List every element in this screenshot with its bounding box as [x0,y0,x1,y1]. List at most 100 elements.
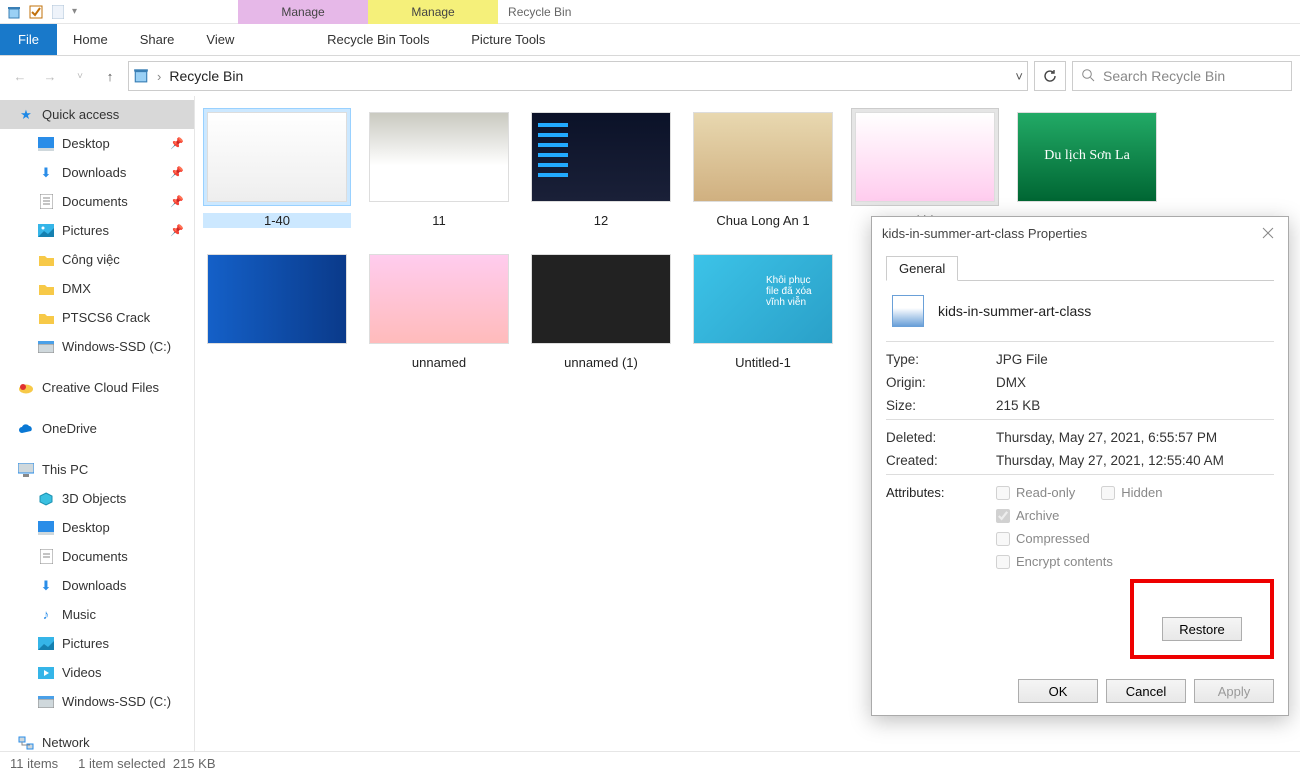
manage-tab-header-1[interactable]: Manage [238,0,368,24]
file-item[interactable]: Chua Long An 1 [689,108,837,236]
label-deleted: Deleted: [886,430,996,445]
sidebar-item-network[interactable]: Network [0,728,194,751]
pictures-icon [38,223,54,239]
drive-icon [38,694,54,710]
cube-icon [38,491,54,507]
archive-checkbox[interactable]: Archive [996,508,1274,523]
recycle-bin-icon [6,4,22,20]
file-type-icon [892,295,924,327]
file-item[interactable]: 12 [527,108,675,236]
nav-pane[interactable]: ★ Quick access Desktop📌 ⬇Downloads📌 Docu… [0,96,195,751]
chevron-right-icon[interactable]: › [157,69,161,84]
pin-icon: 📌 [170,137,184,150]
file-tab[interactable]: File [0,24,57,55]
sidebar-item-folder[interactable]: Công việc [0,245,194,274]
creative-cloud-icon [18,380,34,396]
sidebar-item-documents[interactable]: Documents [0,542,194,571]
properties-checkmark-icon[interactable] [28,4,44,20]
folder-icon [38,310,54,326]
close-button[interactable] [1254,221,1282,245]
file-item[interactable]: unnamed [365,250,513,370]
sidebar-item-thispc[interactable]: This PC [0,455,194,484]
general-tab[interactable]: General [886,256,958,281]
address-bar[interactable]: › Recycle Bin ˅ [128,61,1028,91]
properties-dialog: kids-in-summer-art-class Properties Gene… [871,216,1289,716]
file-item[interactable]: 1-40 [203,108,351,236]
sidebar-item-folder[interactable]: PTSCS6 Crack [0,303,194,332]
file-item[interactable] [203,250,351,370]
forward-button[interactable]: → [38,64,62,88]
status-bar: 11 items 1 item selected 215 KB [0,751,1300,775]
qat-dropdown-icon[interactable]: ▾ [72,6,77,17]
label-size: Size: [886,398,996,413]
readonly-checkbox[interactable]: Read-only [996,485,1075,500]
sidebar-item-downloads[interactable]: ⬇Downloads [0,571,194,600]
status-selection: 1 item selected 215 KB [78,756,215,771]
sidebar-item-pictures[interactable]: Pictures [0,629,194,658]
dialog-tabs: General [886,255,1274,281]
file-item[interactable]: Untitled-1 [689,250,837,370]
drive-icon [38,339,54,355]
ok-button[interactable]: OK [1018,679,1098,703]
document-icon [38,194,54,210]
address-location[interactable]: Recycle Bin [169,68,243,84]
sidebar-item-drive[interactable]: Windows-SSD (C:) [0,332,194,361]
sidebar-item-pictures[interactable]: Pictures📌 [0,216,194,245]
label-origin: Origin: [886,375,996,390]
nav-row: ← → ˅ ↑ › Recycle Bin ˅ [0,56,1300,96]
address-dropdown-icon[interactable]: ˅ [1015,69,1023,84]
view-tab[interactable]: View [190,24,250,55]
search-icon [1081,68,1095,85]
apply-button[interactable]: Apply [1194,679,1274,703]
manage-tab-header-2[interactable]: Manage [368,0,498,24]
encrypt-checkbox[interactable]: Encrypt contents [996,554,1274,569]
quick-access-toolbar: ▾ [0,0,83,23]
sidebar-item-desktop[interactable]: Desktop📌 [0,129,194,158]
picture-tools-tab[interactable]: Picture Tools [443,24,573,55]
download-icon: ⬇ [38,165,54,181]
cancel-button[interactable]: Cancel [1106,679,1186,703]
value-origin: DMX [996,375,1274,390]
folder-icon [38,252,54,268]
blank-doc-icon[interactable] [50,4,66,20]
file-item[interactable]: 11 [365,108,513,236]
sidebar-item-onedrive[interactable]: OneDrive [0,414,194,443]
value-deleted: Thursday, May 27, 2021, 6:55:57 PM [996,430,1274,445]
home-tab[interactable]: Home [57,24,124,55]
sidebar-item-downloads[interactable]: ⬇Downloads📌 [0,158,194,187]
sidebar-item-drive[interactable]: Windows-SSD (C:) [0,687,194,716]
compressed-checkbox[interactable]: Compressed [996,531,1274,546]
search-box[interactable] [1072,61,1292,91]
dialog-title-bar[interactable]: kids-in-summer-art-class Properties [872,217,1288,249]
up-button[interactable]: ↑ [98,64,122,88]
sidebar-item-videos[interactable]: Videos [0,658,194,687]
label-attributes: Attributes: [886,485,996,569]
sidebar-item-music[interactable]: ♪Music [0,600,194,629]
share-tab[interactable]: Share [124,24,191,55]
restore-button[interactable]: Restore [1162,617,1242,641]
back-button[interactable]: ← [8,64,32,88]
ribbon-tabs: File Home Share View Recycle Bin Tools P… [0,24,1300,56]
desktop-icon [38,136,54,152]
network-icon [18,735,34,751]
window-title: Recycle Bin [498,0,571,23]
recycle-bin-tools-tab[interactable]: Recycle Bin Tools [313,24,443,55]
recent-locations-button[interactable]: ˅ [68,64,92,88]
value-created: Thursday, May 27, 2021, 12:55:40 AM [996,453,1274,468]
file-name: kids-in-summer-art-class [938,303,1091,319]
desktop-icon [38,520,54,536]
search-input[interactable] [1103,68,1284,84]
sidebar-item-ccf[interactable]: Creative Cloud Files [0,373,194,402]
file-item[interactable]: unnamed (1) [527,250,675,370]
sidebar-item-desktop[interactable]: Desktop [0,513,194,542]
pictures-icon [38,636,54,652]
sidebar-item-documents[interactable]: Documents📌 [0,187,194,216]
quick-access-group[interactable]: ★ Quick access [0,100,194,129]
contextual-tab-headers: Manage Manage [238,0,498,24]
sidebar-item-folder[interactable]: DMX [0,274,194,303]
refresh-button[interactable] [1034,61,1066,91]
status-item-count: 11 items [10,756,58,771]
document-icon [38,549,54,565]
hidden-checkbox[interactable]: Hidden [1101,485,1162,500]
sidebar-item-3dobjects[interactable]: 3D Objects [0,484,194,513]
